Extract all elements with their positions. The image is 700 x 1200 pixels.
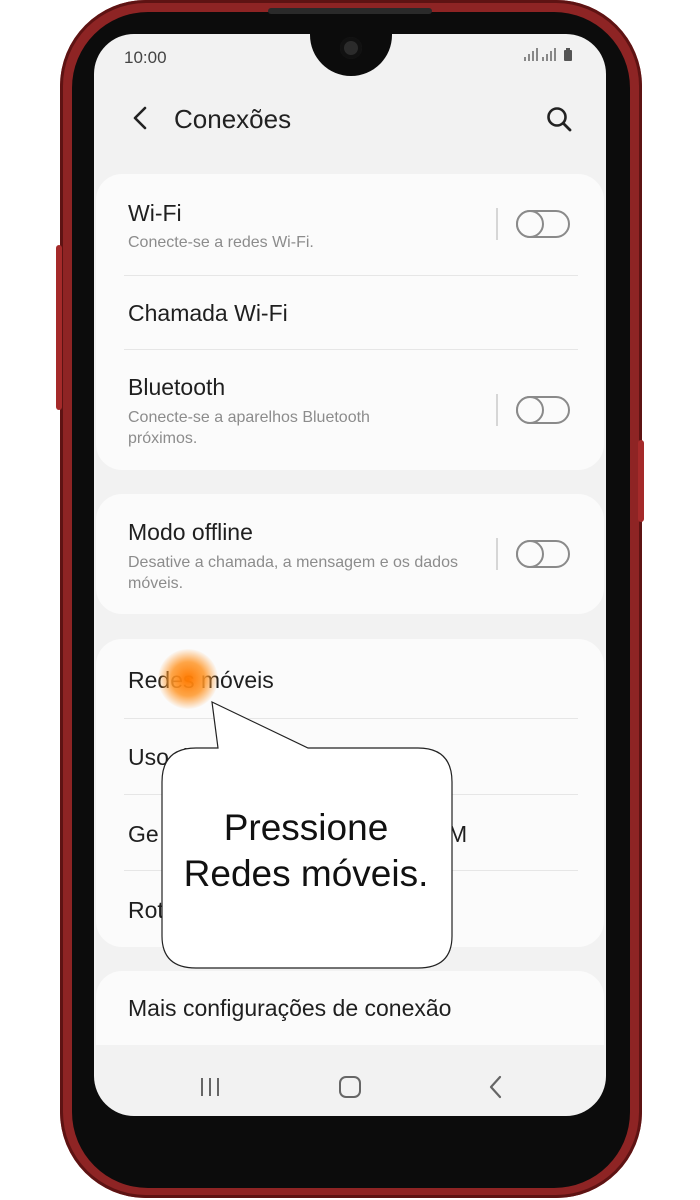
- bluetooth-item[interactable]: Bluetooth Conecte-se a aparelhos Bluetoo…: [96, 350, 604, 470]
- wifi-calling-item[interactable]: Chamada Wi-Fi: [96, 276, 604, 350]
- display-notch: [310, 34, 392, 76]
- power-button: [638, 440, 644, 522]
- back-arrow-icon[interactable]: [127, 104, 155, 132]
- page-title: Conexões: [174, 104, 292, 134]
- wifi-calling-title: Chamada Wi-Fi: [128, 300, 288, 326]
- search-icon[interactable]: [544, 104, 574, 134]
- toggle-separator: [496, 208, 498, 240]
- more-settings-title: Mais configurações de conexão: [128, 995, 452, 1021]
- bluetooth-title: Bluetooth: [128, 374, 226, 400]
- wifi-desc: Conecte-se a redes Wi-Fi.: [128, 234, 314, 251]
- status-time: 10:00: [124, 48, 167, 67]
- toggle-knob: [516, 210, 544, 238]
- callout-text: Pressione Redes móveis.: [183, 807, 429, 894]
- toggle-knob: [516, 540, 544, 568]
- signal-icon: [524, 48, 572, 61]
- recent-apps-icon[interactable]: [190, 1072, 230, 1102]
- wifi-title: Wi-Fi: [128, 200, 182, 226]
- offline-mode-item[interactable]: Modo offline Desative a chamada, a mensa…: [96, 494, 604, 614]
- navigation-bar: [94, 1054, 606, 1116]
- toggle-separator: [496, 394, 498, 426]
- toggle-knob: [516, 396, 544, 424]
- connections-card-1: Wi-Fi Conecte-se a redes Wi-Fi. Chamada …: [96, 174, 604, 470]
- offline-mode-title: Modo offline: [128, 519, 253, 545]
- connections-card-2: Modo offline Desative a chamada, a mensa…: [96, 494, 604, 614]
- home-icon[interactable]: [330, 1072, 370, 1102]
- offline-mode-desc: Desative a chamada, a mensagem e os dado…: [128, 554, 458, 592]
- bluetooth-toggle[interactable]: [516, 396, 570, 424]
- earpiece-speaker: [268, 8, 432, 14]
- signal-battery-icons: [524, 48, 576, 65]
- back-nav-icon[interactable]: [476, 1072, 516, 1102]
- front-camera: [340, 37, 362, 59]
- bluetooth-desc: Conecte-se a aparelhos Bluetooth próximo…: [128, 409, 370, 447]
- wifi-item[interactable]: Wi-Fi Conecte-se a redes Wi-Fi.: [96, 174, 604, 276]
- volume-button: [56, 245, 62, 410]
- app-header: Conexões: [94, 94, 606, 144]
- offline-mode-toggle[interactable]: [516, 540, 570, 568]
- toggle-separator: [496, 538, 498, 570]
- wifi-toggle[interactable]: [516, 210, 570, 238]
